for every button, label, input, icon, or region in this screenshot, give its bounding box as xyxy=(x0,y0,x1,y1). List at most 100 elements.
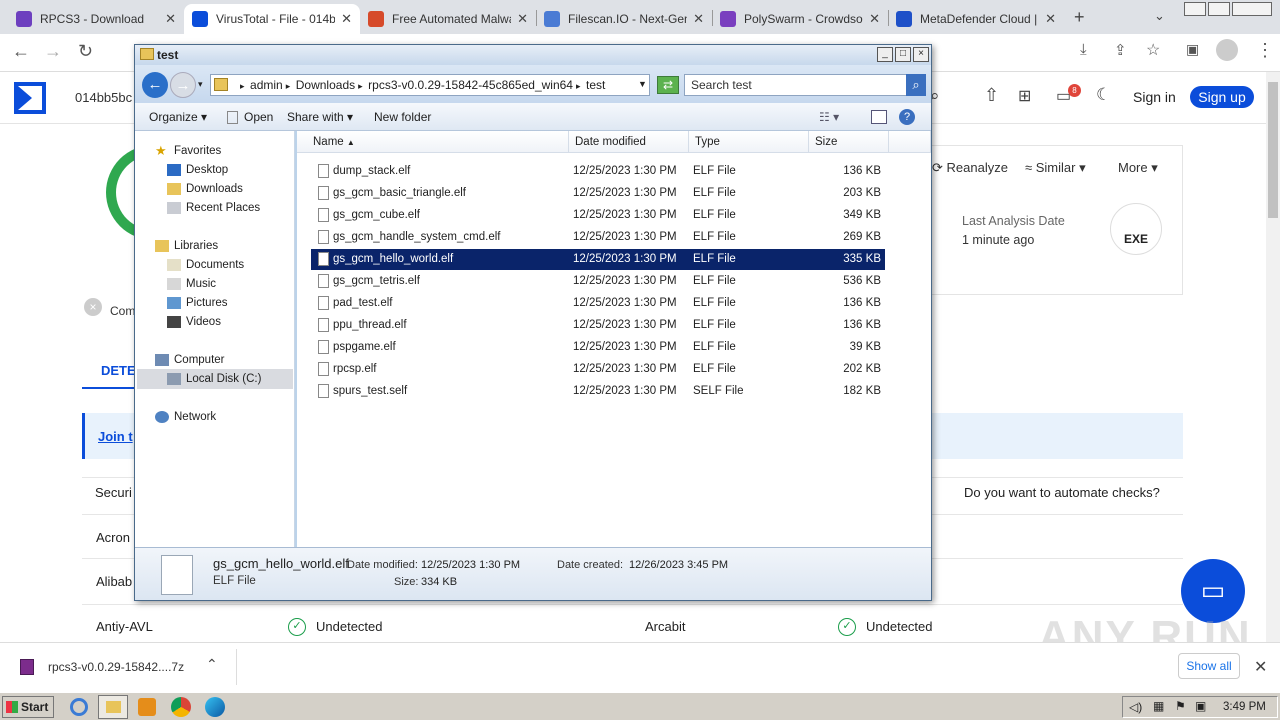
breadcrumb-item[interactable]: Downloads xyxy=(296,78,355,92)
breadcrumb-separator-icon[interactable]: ▸ xyxy=(240,81,247,91)
open-button[interactable]: Open xyxy=(227,110,273,125)
install-app-icon[interactable]: ⤓ xyxy=(1080,41,1087,58)
file-row[interactable]: gs_gcm_cube.elf 12/25/2023 1:30 PM ELF Fil… xyxy=(311,205,885,226)
sidepanel-icon[interactable]: ▣ xyxy=(1186,41,1199,58)
breadcrumb-separator-icon[interactable]: ▸ xyxy=(286,81,293,91)
join-link[interactable]: Join t xyxy=(98,429,133,444)
breadcrumb-item[interactable]: admin xyxy=(250,78,283,92)
file-row[interactable]: pad_test.elf 12/25/2023 1:30 PM ELF File 13… xyxy=(311,293,885,314)
browser-tab[interactable]: RPCS3 - Download ✕ xyxy=(8,4,184,34)
reload-icon[interactable]: ↻ xyxy=(78,41,93,62)
nav-documents[interactable]: Documents xyxy=(167,259,244,271)
download-options-chevron-icon[interactable]: ⌃ xyxy=(206,656,218,673)
close-tab-icon[interactable]: ✕ xyxy=(869,11,880,27)
browser-tab[interactable]: PolySwarm - Crowdsou ✕ xyxy=(712,4,888,34)
breadcrumb-separator-icon[interactable]: ▸ xyxy=(358,81,365,91)
nav-videos[interactable]: Videos xyxy=(167,316,221,328)
nav-desktop[interactable]: Desktop xyxy=(167,164,228,176)
breadcrumb[interactable]: ▸ admin ▸ Downloads ▸ rpcs3-v0.0.29-15842-… xyxy=(210,74,650,96)
menu-kebab-icon[interactable]: ⋮ xyxy=(1256,40,1274,61)
share-with-button[interactable]: Share with ▾ xyxy=(287,110,353,124)
window-restore-button[interactable] xyxy=(1208,2,1230,16)
nav-computer[interactable]: Computer xyxy=(155,354,225,366)
window-minimize-button[interactable] xyxy=(1184,2,1206,16)
automate-checks-link[interactable]: Do you want to automate checks? xyxy=(964,485,1160,500)
column-header-date[interactable]: Date modified xyxy=(569,131,689,153)
taskbar-clock[interactable]: 3:49 PM xyxy=(1223,701,1266,713)
view-options-icon[interactable]: ☷ ▾ xyxy=(819,110,839,124)
close-tab-icon[interactable]: ✕ xyxy=(517,11,528,27)
close-tab-icon[interactable]: ✕ xyxy=(1045,11,1056,27)
start-button[interactable]: Start xyxy=(2,696,54,718)
similar-button[interactable]: ≈ Similar ▾ xyxy=(1025,160,1086,176)
forward-arrow-icon[interactable]: → xyxy=(44,41,62,62)
file-row[interactable]: ppu_thread.elf 12/25/2023 1:30 PM ELF File… xyxy=(311,315,885,336)
file-row[interactable]: pspgame.elf 12/25/2023 1:30 PM ELF File 39 … xyxy=(311,337,885,358)
virustotal-logo-icon[interactable] xyxy=(12,80,48,116)
back-button[interactable]: ← xyxy=(142,72,168,98)
search-input[interactable]: Search test xyxy=(684,74,907,96)
tab-detection[interactable]: DETE xyxy=(101,363,136,378)
tab-search-chevron-icon[interactable]: ⌄ xyxy=(1154,8,1165,24)
dark-mode-icon[interactable]: ☾ xyxy=(1096,85,1111,105)
volume-icon[interactable]: ◁) xyxy=(1129,700,1142,714)
column-header-name[interactable]: Name ▲ xyxy=(297,131,569,153)
share-icon[interactable]: ⇪ xyxy=(1114,41,1127,59)
profile-icon[interactable] xyxy=(1216,39,1238,61)
explorer-taskbar-icon[interactable] xyxy=(98,695,128,719)
edge-icon[interactable] xyxy=(205,697,225,717)
reanalyze-button[interactable]: ⟳ Reanalyze xyxy=(932,160,1008,176)
nav-music[interactable]: Music xyxy=(167,278,216,290)
sign-up-button[interactable]: Sign up xyxy=(1190,86,1254,108)
new-folder-button[interactable]: New folder xyxy=(374,110,431,124)
chrome-icon[interactable] xyxy=(171,697,191,717)
file-row[interactable]: gs_gcm_basic_triangle.elf 12/25/2023 1:30… xyxy=(311,183,885,204)
nav-favorites[interactable]: ★ Favorites xyxy=(155,144,221,157)
nav-downloads[interactable]: Downloads xyxy=(167,183,243,195)
ie-icon[interactable] xyxy=(70,698,88,716)
forward-button[interactable]: → xyxy=(170,72,196,98)
network-tray-icon[interactable]: ▦ xyxy=(1153,699,1164,713)
nav-network[interactable]: Network xyxy=(155,411,216,423)
browser-tab[interactable]: VirusTotal - File - 014bb ✕ xyxy=(184,4,360,34)
close-download-bar-icon[interactable]: ✕ xyxy=(1254,657,1267,677)
sign-in-link[interactable]: Sign in xyxy=(1133,89,1176,105)
nav-recent-places[interactable]: Recent Places xyxy=(167,202,260,214)
file-row[interactable]: dump_stack.elf 12/25/2023 1:30 PM ELF File… xyxy=(311,161,885,182)
column-header-type[interactable]: Type xyxy=(689,131,809,153)
explorer-minimize-button[interactable]: _ xyxy=(877,47,893,62)
preview-pane-icon[interactable] xyxy=(871,110,887,124)
scrollbar-thumb[interactable] xyxy=(1268,82,1278,218)
nav-libraries[interactable]: Libraries xyxy=(155,240,218,252)
search-icon[interactable]: ⌕ xyxy=(906,74,926,96)
file-row[interactable]: gs_gcm_hello_world.elf 12/25/2023 1:30 PM… xyxy=(311,249,885,270)
page-scrollbar[interactable] xyxy=(1266,72,1280,642)
browser-tab[interactable]: Free Automated Malwa ✕ xyxy=(360,4,536,34)
close-tab-icon[interactable]: ✕ xyxy=(165,11,176,27)
file-row[interactable]: spurs_test.self 12/25/2023 1:30 PM SELF Fi… xyxy=(311,381,885,402)
browser-tab[interactable]: Filescan.IO - Next-Gen ✕ xyxy=(536,4,712,34)
breadcrumb-item[interactable]: rpcs3-v0.0.29-15842-45c865ed_win64 xyxy=(368,78,573,92)
file-row[interactable]: gs_gcm_handle_system_cmd.elf 12/25/2023 1… xyxy=(311,227,885,248)
refresh-button[interactable]: ⇄ xyxy=(657,76,679,94)
recent-pages-chevron-icon[interactable]: ▾ xyxy=(198,79,203,90)
flag-icon[interactable]: ⚑ xyxy=(1175,699,1186,713)
explorer-close-button[interactable]: × xyxy=(913,47,929,62)
help-icon[interactable]: ? xyxy=(899,109,915,125)
explorer-maximize-button[interactable]: □ xyxy=(895,47,911,62)
window-close-button[interactable] xyxy=(1232,2,1272,16)
browser-tab[interactable]: MetaDefender Cloud | ✕ xyxy=(888,4,1064,34)
download-item[interactable]: rpcs3-v0.0.29-15842....7z xyxy=(48,660,184,674)
more-button[interactable]: More ▾ xyxy=(1118,160,1158,176)
close-circle-icon[interactable]: × xyxy=(84,298,102,316)
column-header-size[interactable]: Size xyxy=(809,131,889,153)
close-tab-icon[interactable]: ✕ xyxy=(341,11,352,27)
breadcrumb-dropdown-icon[interactable]: ▼ xyxy=(638,79,647,89)
close-tab-icon[interactable]: ✕ xyxy=(693,11,704,27)
nav-local-disk[interactable]: Local Disk (C:) xyxy=(167,373,261,385)
file-row[interactable]: gs_gcm_tetris.elf 12/25/2023 1:30 PM ELF F… xyxy=(311,271,885,292)
explorer-titlebar[interactable]: test _ □ × xyxy=(135,45,931,65)
organize-button[interactable]: Organize ▾ xyxy=(149,110,207,124)
media-player-icon[interactable] xyxy=(138,698,156,716)
back-arrow-icon[interactable]: ← xyxy=(12,41,30,62)
